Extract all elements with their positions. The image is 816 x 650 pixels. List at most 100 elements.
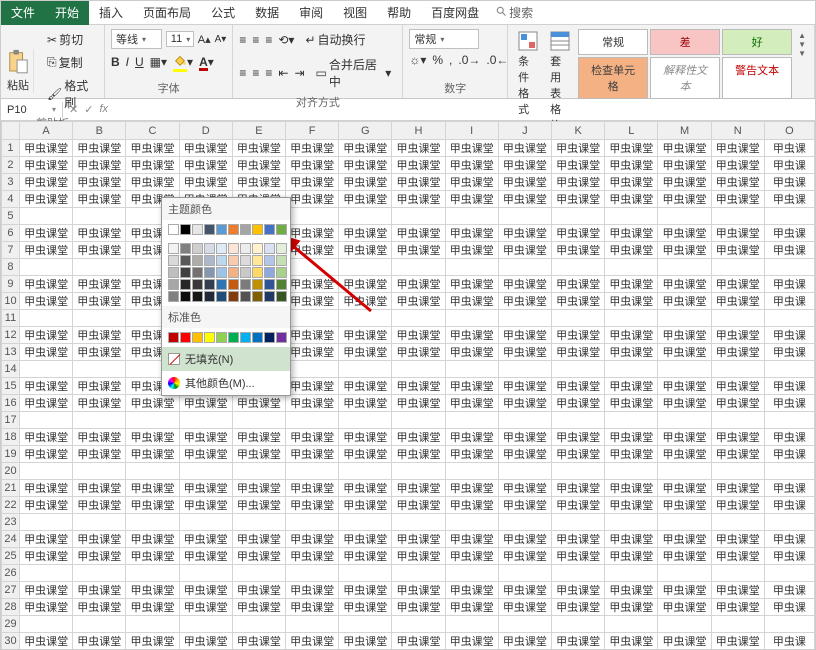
cell[interactable]: 甲虫课堂 — [339, 225, 392, 242]
cell[interactable] — [552, 565, 605, 582]
cell[interactable] — [73, 259, 126, 276]
cell[interactable] — [286, 616, 339, 633]
cell[interactable]: 甲虫课堂 — [605, 276, 658, 293]
cell[interactable]: 甲虫课堂 — [605, 191, 658, 208]
cell[interactable]: 甲虫课堂 — [232, 531, 285, 548]
row-header[interactable]: 9 — [2, 276, 20, 293]
color-swatch[interactable] — [228, 291, 239, 302]
cell[interactable]: 甲虫课堂 — [552, 157, 605, 174]
cell[interactable]: 甲虫课堂 — [392, 344, 445, 361]
cell[interactable]: 甲虫课堂 — [711, 531, 764, 548]
style-good[interactable]: 好 — [722, 29, 792, 55]
conditional-format-button[interactable]: 条件格式 — [514, 29, 542, 119]
cell[interactable]: 甲虫课堂 — [552, 293, 605, 310]
cell[interactable]: 甲虫课堂 — [605, 378, 658, 395]
cell[interactable]: 甲虫课堂 — [286, 582, 339, 599]
enter-icon[interactable]: ✓ — [84, 103, 93, 116]
cell[interactable]: 甲虫课堂 — [552, 548, 605, 565]
cell[interactable] — [445, 514, 498, 531]
row-header[interactable]: 26 — [2, 565, 20, 582]
cell[interactable]: 甲虫课堂 — [73, 446, 126, 463]
color-swatch[interactable] — [216, 291, 227, 302]
cell[interactable]: 甲虫课堂 — [232, 429, 285, 446]
align-right-icon[interactable]: ≡ — [265, 66, 272, 80]
cell[interactable] — [126, 463, 179, 480]
color-swatch[interactable] — [192, 267, 203, 278]
cell[interactable] — [658, 259, 711, 276]
cell[interactable]: 甲虫课堂 — [552, 429, 605, 446]
cell[interactable]: 甲虫课堂 — [339, 344, 392, 361]
cell[interactable] — [764, 463, 814, 480]
color-swatch[interactable] — [192, 255, 203, 266]
style-warning[interactable]: 警告文本 — [722, 57, 792, 99]
color-swatch[interactable] — [228, 224, 239, 235]
cell[interactable] — [19, 565, 72, 582]
cell[interactable]: 甲虫课堂 — [286, 395, 339, 412]
cell[interactable]: 甲虫课堂 — [392, 531, 445, 548]
column-header[interactable]: M — [658, 122, 711, 140]
cell[interactable] — [339, 616, 392, 633]
cell[interactable]: 甲虫课堂 — [658, 140, 711, 157]
cell[interactable]: 甲虫课堂 — [339, 446, 392, 463]
cell[interactable] — [445, 463, 498, 480]
cell[interactable] — [286, 514, 339, 531]
cell[interactable]: 甲虫课堂 — [73, 531, 126, 548]
tab-help[interactable]: 帮助 — [377, 0, 421, 25]
cell[interactable] — [339, 310, 392, 327]
styles-scroll-up-icon[interactable]: ▲ — [798, 31, 806, 40]
cell[interactable]: 甲虫课堂 — [445, 582, 498, 599]
cell[interactable]: 甲虫课堂 — [445, 446, 498, 463]
color-swatch[interactable] — [228, 332, 239, 343]
cell[interactable] — [126, 412, 179, 429]
color-swatch[interactable] — [240, 332, 251, 343]
cell[interactable]: 甲虫课堂 — [179, 531, 232, 548]
cell[interactable]: 甲虫课堂 — [392, 429, 445, 446]
cell[interactable]: 甲虫课堂 — [711, 225, 764, 242]
cell[interactable]: 甲虫课堂 — [605, 633, 658, 650]
cell[interactable]: 甲虫课堂 — [126, 633, 179, 650]
font-color-button[interactable]: A ▾ — [199, 55, 214, 69]
cell[interactable]: 甲虫课堂 — [19, 140, 72, 157]
cell[interactable]: 甲虫课堂 — [392, 242, 445, 259]
color-swatch[interactable] — [180, 267, 191, 278]
row-header[interactable]: 17 — [2, 412, 20, 429]
cell[interactable]: 甲虫课堂 — [498, 446, 551, 463]
cell[interactable]: 甲虫课 — [764, 395, 814, 412]
cell[interactable]: 甲虫课堂 — [605, 225, 658, 242]
color-swatch[interactable] — [240, 267, 251, 278]
no-fill-option[interactable]: 无填充(N) — [162, 347, 290, 371]
color-swatch[interactable] — [204, 243, 215, 254]
color-swatch[interactable] — [252, 255, 263, 266]
cell[interactable]: 甲虫课堂 — [498, 225, 551, 242]
cell[interactable]: 甲虫课堂 — [232, 446, 285, 463]
cell[interactable]: 甲虫课堂 — [19, 174, 72, 191]
cell[interactable] — [73, 565, 126, 582]
cell[interactable]: 甲虫课堂 — [339, 531, 392, 548]
cell[interactable]: 甲虫课堂 — [392, 225, 445, 242]
cell[interactable]: 甲虫课堂 — [445, 242, 498, 259]
cell[interactable] — [498, 412, 551, 429]
cell[interactable]: 甲虫课堂 — [232, 395, 285, 412]
cell[interactable]: 甲虫课堂 — [73, 378, 126, 395]
color-swatch[interactable] — [216, 243, 227, 254]
cell[interactable]: 甲虫课堂 — [179, 446, 232, 463]
cell[interactable] — [764, 361, 814, 378]
color-swatch[interactable] — [192, 279, 203, 290]
cell[interactable] — [232, 463, 285, 480]
cell[interactable] — [73, 463, 126, 480]
cell[interactable]: 甲虫课堂 — [711, 599, 764, 616]
cell[interactable]: 甲虫课堂 — [126, 174, 179, 191]
cell[interactable]: 甲虫课堂 — [498, 480, 551, 497]
cell[interactable] — [19, 514, 72, 531]
row-header[interactable]: 15 — [2, 378, 20, 395]
cell[interactable]: 甲虫课 — [764, 327, 814, 344]
row-header[interactable]: 1 — [2, 140, 20, 157]
cell[interactable] — [711, 208, 764, 225]
cell[interactable]: 甲虫课堂 — [658, 293, 711, 310]
color-swatch[interactable] — [192, 332, 203, 343]
cell[interactable]: 甲虫课堂 — [392, 599, 445, 616]
column-header[interactable]: B — [73, 122, 126, 140]
color-swatch[interactable] — [204, 267, 215, 278]
cell[interactable] — [605, 565, 658, 582]
search-box[interactable]: 搜索 — [495, 4, 533, 21]
